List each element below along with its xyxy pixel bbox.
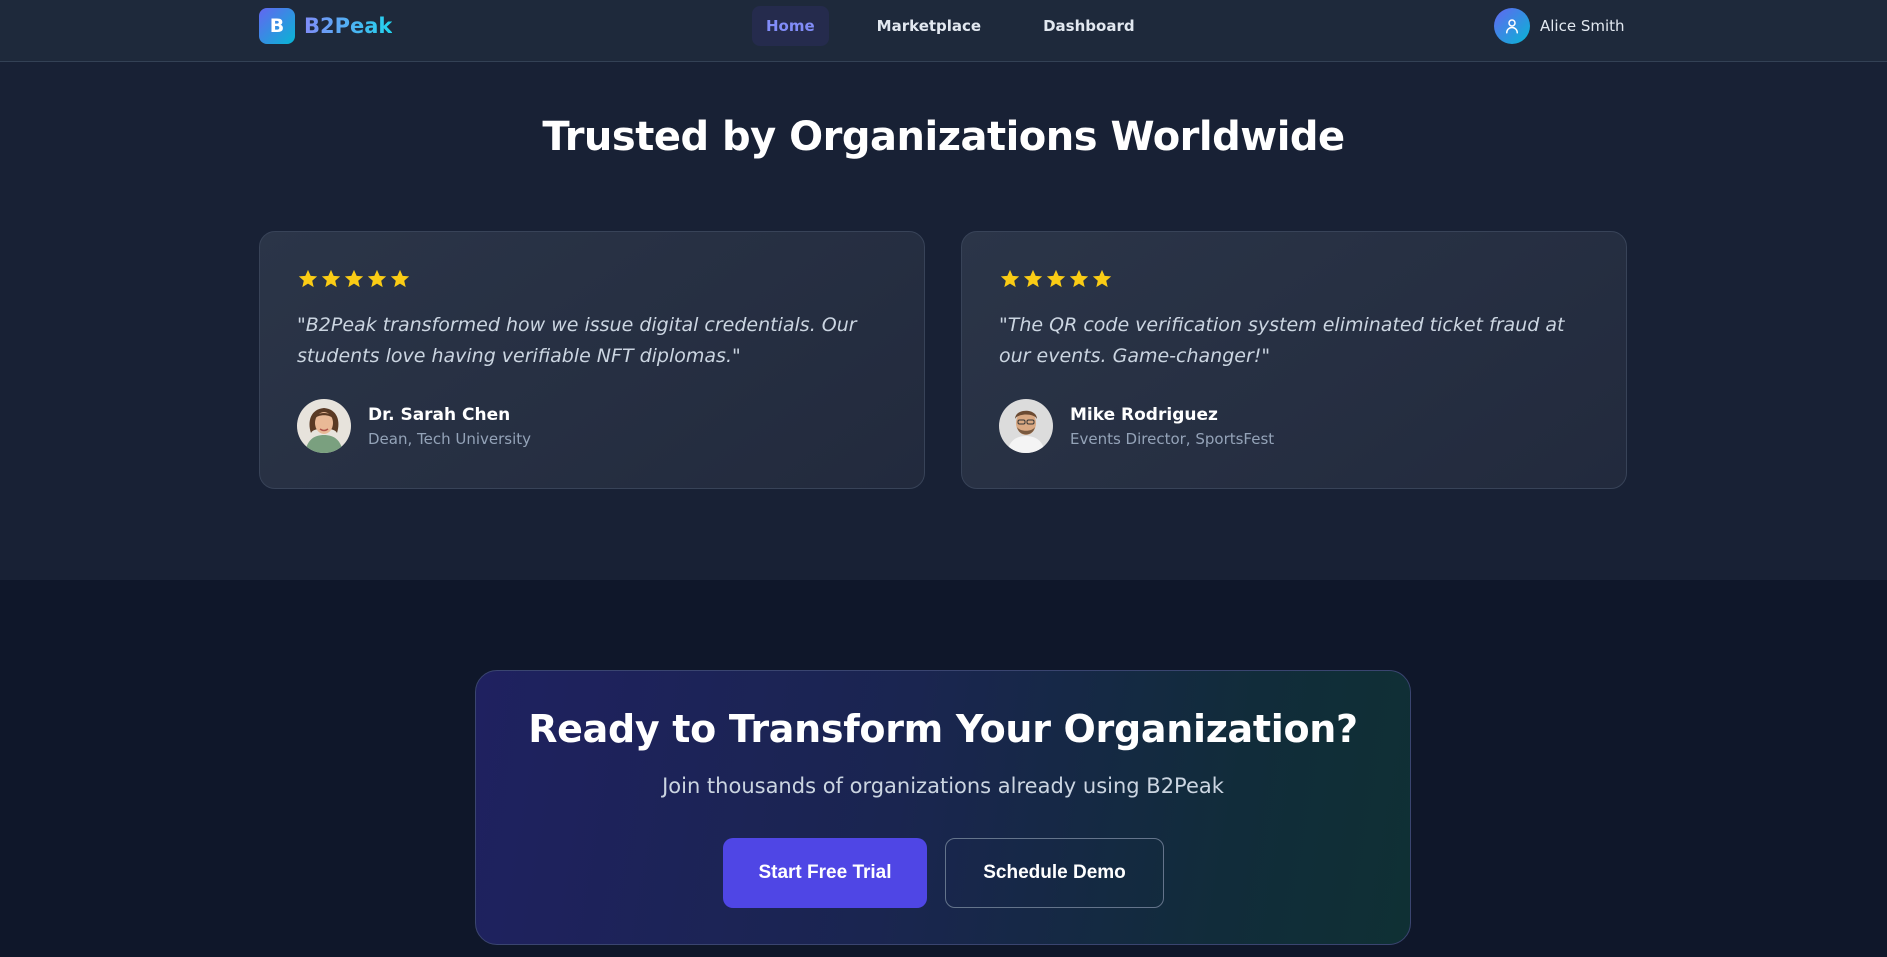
author-name: Mike Rodriguez <box>1070 404 1218 425</box>
testimonial-author: Dr. Sarah Chen Dean, Tech University <box>297 399 531 453</box>
top-navbar: B B2Peak Home Marketplace Dashboard Alic… <box>0 0 1887 62</box>
star-icon <box>367 269 387 288</box>
star-icon <box>1092 269 1112 288</box>
cta-section: Ready to Transform Your Organization? Jo… <box>0 580 1887 957</box>
star-icon <box>1046 269 1066 288</box>
star-rating <box>297 268 411 290</box>
nav-marketplace-link[interactable]: Marketplace <box>863 6 995 46</box>
testimonial-quote: "B2Peak transformed how we issue digital… <box>297 314 857 367</box>
testimonials-section: Trusted by Organizations Worldwide "B2Pe… <box>0 62 1887 580</box>
cta-panel: Ready to Transform Your Organization? Jo… <box>475 670 1411 945</box>
author-avatar <box>297 399 351 453</box>
star-icon <box>298 269 318 288</box>
schedule-demo-button[interactable]: Schedule Demo <box>945 838 1164 908</box>
star-icon <box>344 269 364 288</box>
author-name: Dr. Sarah Chen <box>368 404 511 425</box>
testimonial-quote: "The QR code verification system elimina… <box>999 314 1565 367</box>
author-avatar <box>999 399 1053 453</box>
star-rating <box>999 268 1113 290</box>
main-nav: Home Marketplace Dashboard <box>752 6 1149 46</box>
cta-subtitle: Join thousands of organizations already … <box>662 774 1224 798</box>
author-role: Events Director, SportsFest <box>1070 429 1275 448</box>
user-name: Alice Smith <box>1540 17 1625 35</box>
cta-title: Ready to Transform Your Organization? <box>528 707 1358 751</box>
nav-dashboard-link[interactable]: Dashboard <box>1029 6 1148 46</box>
star-icon <box>1000 269 1020 288</box>
testimonials-title: Trusted by Organizations Worldwide <box>542 114 1345 160</box>
star-icon <box>1023 269 1043 288</box>
testimonial-card: "The QR code verification system elimina… <box>961 231 1627 489</box>
logo-icon: B <box>259 8 295 44</box>
author-role: Dean, Tech University <box>368 429 532 448</box>
brand-logo[interactable]: B B2Peak <box>259 8 392 44</box>
brand-name: B2Peak <box>304 14 393 38</box>
star-icon <box>321 269 341 288</box>
star-icon <box>390 269 410 288</box>
testimonial-author: Mike Rodriguez Events Director, SportsFe… <box>999 399 1274 453</box>
user-menu[interactable]: Alice Smith <box>1494 8 1625 44</box>
testimonial-card: "B2Peak transformed how we issue digital… <box>259 231 925 489</box>
start-free-trial-button[interactable]: Start Free Trial <box>723 838 927 908</box>
nav-home-link[interactable]: Home <box>752 6 829 46</box>
star-icon <box>1069 269 1089 288</box>
user-avatar-icon <box>1494 8 1530 44</box>
